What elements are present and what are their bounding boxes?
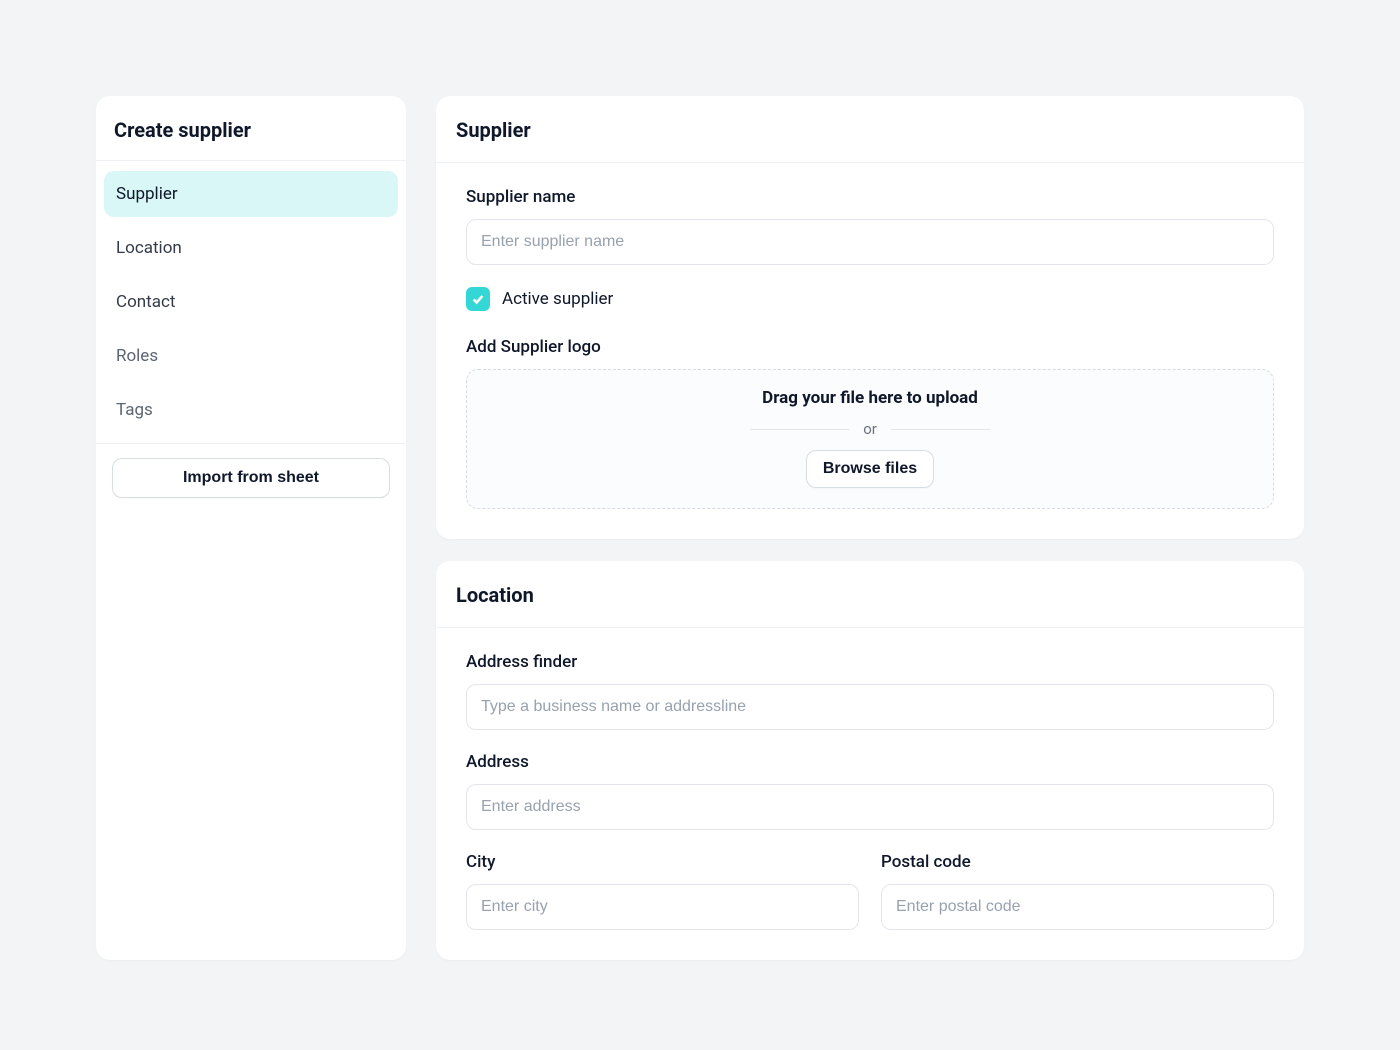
address-finder-field: Address finder [466, 652, 1274, 730]
sidebar-item-contact[interactable]: Contact [104, 279, 398, 325]
active-supplier-row: Active supplier [466, 287, 1274, 311]
postal-field: Postal code [881, 852, 1274, 930]
active-supplier-checkbox[interactable] [466, 287, 490, 311]
supplier-section-title: Supplier [436, 96, 1304, 162]
sidebar-item-tags[interactable]: Tags [104, 387, 398, 433]
check-icon [471, 292, 485, 306]
supplier-card: Supplier Supplier name Active supplier A… [436, 96, 1304, 539]
address-finder-label: Address finder [466, 652, 1274, 672]
address-input[interactable] [466, 784, 1274, 830]
import-from-sheet-button[interactable]: Import from sheet [112, 458, 390, 498]
address-label: Address [466, 752, 1274, 772]
file-dropzone[interactable]: Drag your file here to upload or Browse … [466, 369, 1274, 509]
sidebar-nav: Supplier Location Contact Roles Tags [96, 161, 406, 443]
browse-files-button[interactable]: Browse files [806, 450, 934, 488]
sidebar-title: Create supplier [96, 96, 406, 160]
location-card: Location Address finder Address City [436, 561, 1304, 960]
city-input[interactable] [466, 884, 859, 930]
import-button-wrap: Import from sheet [96, 444, 406, 512]
supplier-logo-label: Add Supplier logo [466, 337, 1274, 357]
city-field: City [466, 852, 859, 930]
address-finder-input[interactable] [466, 684, 1274, 730]
postal-label: Postal code [881, 852, 1274, 872]
sidebar-item-location[interactable]: Location [104, 225, 398, 271]
supplier-name-input[interactable] [466, 219, 1274, 265]
active-supplier-label: Active supplier [502, 289, 613, 309]
address-field: Address [466, 752, 1274, 830]
dropzone-drag-text: Drag your file here to upload [487, 388, 1253, 408]
sidebar-item-roles[interactable]: Roles [104, 333, 398, 379]
postal-input[interactable] [881, 884, 1274, 930]
page-root: Create supplier Supplier Location Contac… [0, 0, 1400, 960]
location-section-body: Address finder Address City Postal code [436, 628, 1304, 960]
sidebar-card: Create supplier Supplier Location Contac… [96, 96, 406, 960]
supplier-name-field: Supplier name [466, 187, 1274, 265]
main-column: Supplier Supplier name Active supplier A… [436, 96, 1304, 960]
city-postal-row: City Postal code [466, 852, 1274, 930]
location-section-title: Location [436, 561, 1304, 627]
sidebar-item-supplier[interactable]: Supplier [104, 171, 398, 217]
dropzone-or-text: or [750, 420, 990, 438]
supplier-name-label: Supplier name [466, 187, 1274, 207]
city-label: City [466, 852, 859, 872]
supplier-section-body: Supplier name Active supplier Add Suppli… [436, 163, 1304, 539]
